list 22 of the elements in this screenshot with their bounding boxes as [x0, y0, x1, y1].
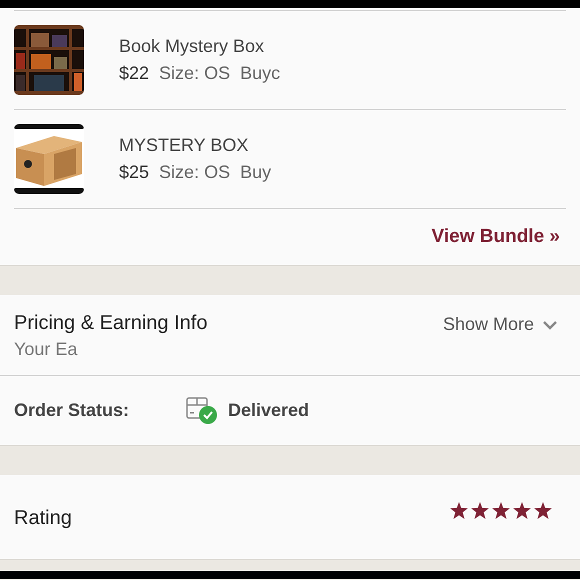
earnings-text: Your Ea — [14, 339, 78, 360]
show-more-button[interactable]: Show More — [442, 314, 558, 335]
item-title[interactable]: MYSTERY BOX — [119, 135, 272, 156]
star-icon — [513, 502, 531, 519]
star-icon — [471, 502, 489, 519]
chevron-icon — [542, 320, 558, 330]
item-price: $25 — [119, 162, 150, 183]
delivered-status: Delivered — [228, 400, 310, 421]
item-title[interactable]: Book Mystery Box — [119, 36, 280, 57]
star-icon — [450, 502, 468, 519]
item-price: $22 — [119, 63, 150, 84]
item-buyer: Buy — [240, 162, 272, 183]
star-icon — [492, 502, 510, 519]
order-status-label: Order Status: — [14, 400, 130, 421]
section-title: Pricing & Earning Info — [14, 312, 208, 335]
delivered-box-icon — [186, 396, 220, 426]
item-size: Size: OS — [159, 162, 230, 183]
item-size: Size: OS — [159, 63, 230, 84]
rating-label: Rating — [14, 507, 72, 530]
view-bundle-link[interactable]: View Bundle » — [432, 226, 560, 248]
star-icon — [534, 502, 552, 519]
item-buyer: Buyc — [240, 63, 280, 84]
